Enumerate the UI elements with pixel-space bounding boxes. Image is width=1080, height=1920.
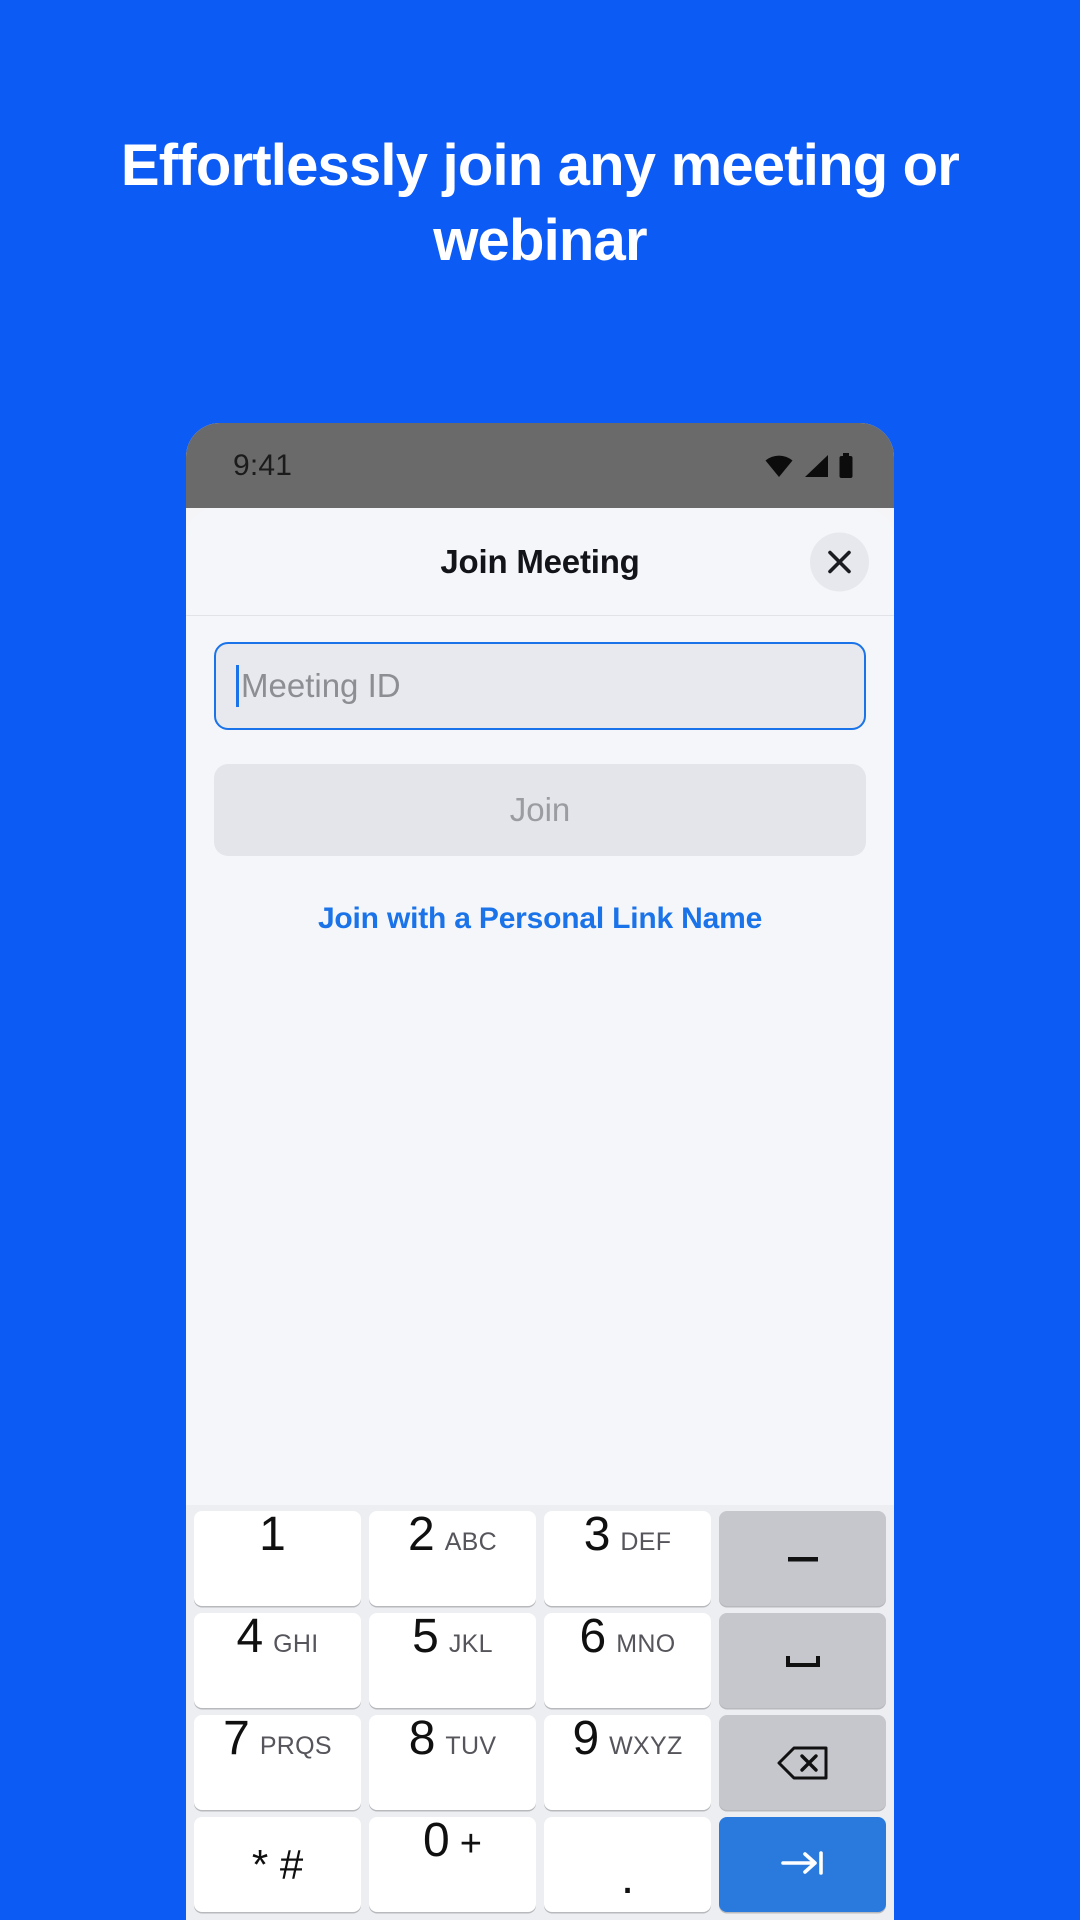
key-digit: . xyxy=(620,1851,635,1905)
keyboard-row: 7 PRQS 8 TUV 9 WXYZ xyxy=(190,1715,890,1810)
join-button[interactable]: Join xyxy=(214,764,866,856)
key-6[interactable]: 6 MNO xyxy=(544,1613,711,1708)
key-space[interactable] xyxy=(719,1613,886,1708)
battery-icon xyxy=(838,452,854,479)
key-digit: 8 xyxy=(408,1712,436,1765)
keyboard-row: * # 0 + . xyxy=(190,1817,890,1912)
key-star-hash[interactable]: * # xyxy=(194,1817,361,1912)
key-5[interactable]: 5 JKL xyxy=(369,1613,536,1708)
key-2[interactable]: 2 ABC xyxy=(369,1511,536,1606)
key-digit: 9 xyxy=(572,1712,600,1765)
tab-next-icon xyxy=(777,1848,829,1881)
key-letters: WXYZ xyxy=(609,1732,683,1760)
key-letters: PRQS xyxy=(259,1732,332,1760)
key-3[interactable]: 3 DEF xyxy=(544,1511,711,1606)
key-8[interactable]: 8 TUV xyxy=(369,1715,536,1810)
sheet-header: Join Meeting xyxy=(186,508,894,616)
key-next[interactable] xyxy=(719,1817,886,1912)
key-letters: ABC xyxy=(444,1528,497,1556)
key-letters: MNO xyxy=(616,1630,676,1658)
meeting-id-placeholder: Meeting ID xyxy=(241,667,401,704)
key-digit: 2 xyxy=(407,1508,435,1561)
close-button[interactable] xyxy=(810,532,869,591)
sheet-title: Join Meeting xyxy=(440,542,640,580)
join-meeting-sheet: Join Meeting Meeting ID Join Join with a… xyxy=(186,508,894,1920)
key-digit: 3 xyxy=(583,1508,611,1561)
close-icon xyxy=(826,548,853,575)
backspace-icon xyxy=(776,1744,830,1782)
sheet-body: Meeting ID Join Join with a Personal Lin… xyxy=(186,616,894,1505)
keyboard-row: 1 2 ABC 3 DEF xyxy=(190,1511,890,1606)
cellular-signal-icon xyxy=(803,454,829,478)
key-digit: 5 xyxy=(412,1610,439,1663)
space-icon xyxy=(780,1651,826,1671)
dash-icon xyxy=(782,1552,824,1566)
key-9[interactable]: 9 WXYZ xyxy=(544,1715,711,1810)
key-1[interactable]: 1 xyxy=(194,1511,361,1606)
key-letters: TUV xyxy=(445,1732,497,1760)
key-letters: DEF xyxy=(620,1528,672,1556)
status-bar-time: 9:41 xyxy=(233,448,293,482)
key-7[interactable]: 7 PRQS xyxy=(194,1715,361,1810)
key-dash[interactable] xyxy=(719,1511,886,1606)
page-headline: Effortlessly join any meeting or webinar xyxy=(120,133,960,274)
status-bar-icons xyxy=(764,452,854,479)
numeric-keyboard: 1 2 ABC 3 DEF 4 GHI 5 JKL 6 MNO 7 PRQS 8… xyxy=(186,1505,894,1920)
keyboard-row: 4 GHI 5 JKL 6 MNO xyxy=(190,1613,890,1708)
key-4[interactable]: 4 GHI xyxy=(194,1613,361,1708)
key-digit: 0 xyxy=(423,1814,450,1867)
wifi-icon xyxy=(764,454,794,478)
meeting-id-input[interactable]: Meeting ID xyxy=(214,642,866,730)
key-digit: 4 xyxy=(236,1610,264,1663)
key-letters: GHI xyxy=(273,1630,319,1658)
key-digit: 6 xyxy=(579,1610,607,1663)
phone-mockup: 9:41 Join Meeting Meeting ID Join Join w… xyxy=(186,423,894,1920)
key-letters: JKL xyxy=(448,1630,493,1658)
join-with-personal-link-name-link[interactable]: Join with a Personal Link Name xyxy=(214,902,866,936)
key-digit: 7 xyxy=(223,1712,250,1765)
key-0[interactable]: 0 + xyxy=(369,1817,536,1912)
key-period[interactable]: . xyxy=(544,1817,711,1912)
key-digit: 1 xyxy=(259,1508,286,1561)
text-cursor xyxy=(236,665,239,707)
key-backspace[interactable] xyxy=(719,1715,886,1810)
status-bar: 9:41 xyxy=(186,423,894,508)
key-letters: + xyxy=(459,1823,482,1865)
key-digit: * # xyxy=(251,1840,304,1888)
